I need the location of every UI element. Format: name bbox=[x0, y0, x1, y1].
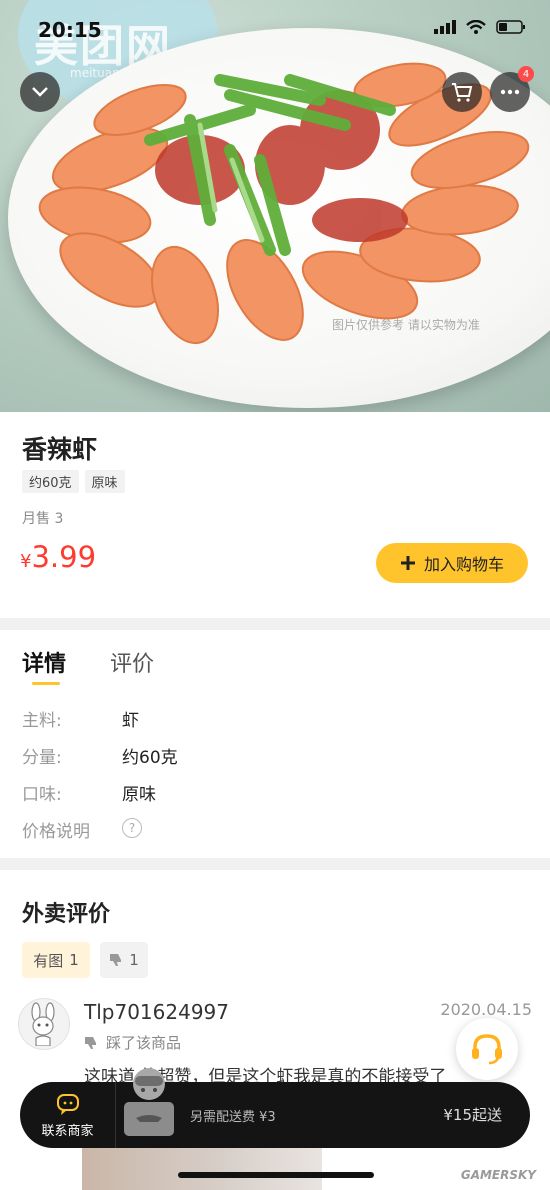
tag-flavor: 原味 bbox=[84, 470, 125, 493]
detail-label-price-note: 价格说明 bbox=[22, 822, 90, 842]
review-photo[interactable] bbox=[82, 1148, 322, 1190]
notification-badge: 4 bbox=[518, 66, 534, 82]
add-to-cart-button[interactable]: 加入购物车 bbox=[376, 543, 528, 583]
review-verdict: 踩了该商品 bbox=[84, 1032, 181, 1053]
detail-tabs: 详情 评价 bbox=[22, 646, 154, 678]
product-title: 香辣虾 bbox=[22, 435, 98, 464]
product-image[interactable]: 美团网 meituan.com 图片仅供参考 请以实物为准 bbox=[0, 0, 550, 412]
detail-value-flavor: 原味 bbox=[122, 785, 156, 805]
thumbs-down-icon bbox=[110, 954, 122, 966]
details-section: 详情 评价 主料: 虾 分量: 约60克 口味: 原味 价格说明 ? bbox=[0, 630, 550, 856]
status-time: 20:15 bbox=[38, 18, 102, 42]
signal-icon bbox=[434, 20, 456, 34]
currency-symbol: ¥ bbox=[20, 551, 32, 572]
help-icon[interactable]: ? bbox=[122, 818, 142, 838]
tag-weight: 约60克 bbox=[22, 470, 79, 493]
filter-thumbs-down[interactable]: 1 bbox=[100, 942, 148, 978]
filter-label: 有图 bbox=[33, 951, 64, 970]
detail-label-portion: 分量: bbox=[22, 748, 62, 768]
detail-label-flavor: 口味: bbox=[22, 785, 62, 805]
detail-value-portion: 约60克 bbox=[122, 748, 178, 768]
filter-count: 1 bbox=[69, 951, 79, 969]
product-info: 香辣虾 约60克 原味 月售 3 ¥3.99 加入购物车 bbox=[0, 412, 550, 618]
chevron-down-icon bbox=[32, 87, 48, 97]
status-bar: 20:15 bbox=[0, 0, 550, 60]
delivery-fee: 另需配送费 ¥3 bbox=[190, 1110, 276, 1125]
wifi-icon bbox=[466, 20, 486, 34]
monthly-sales: 月售 3 bbox=[22, 511, 64, 527]
more-button[interactable]: 4 bbox=[490, 66, 534, 112]
price-value: 3.99 bbox=[31, 540, 97, 574]
filter-with-photos[interactable]: 有图 1 bbox=[22, 942, 90, 978]
reviewer-name: Tlp701624997 bbox=[84, 1000, 229, 1024]
review-date: 2020.04.15 bbox=[440, 1000, 532, 1019]
kangaroo-avatar-icon bbox=[31, 1002, 55, 1046]
avatar[interactable] bbox=[18, 998, 70, 1050]
reviews-title: 外卖评价 bbox=[22, 902, 111, 927]
product-price: ¥3.99 bbox=[20, 540, 96, 574]
courier-mascot-icon bbox=[124, 1068, 174, 1136]
battery-icon bbox=[496, 20, 525, 34]
chat-bubble-icon bbox=[56, 1093, 79, 1115]
minimum-order: ¥15起送 bbox=[443, 1106, 502, 1124]
site-watermark: GAMERSKY bbox=[460, 1168, 536, 1182]
thumbs-down-icon bbox=[85, 1036, 96, 1049]
tab-reviews[interactable]: 评价 bbox=[110, 646, 154, 678]
add-to-cart-label: 加入购物车 bbox=[423, 555, 504, 574]
verdict-text: 踩了该商品 bbox=[106, 1034, 182, 1052]
more-icon bbox=[500, 89, 520, 95]
detail-label-ingredient: 主料: bbox=[22, 711, 62, 731]
shrimp-dish-illustration bbox=[38, 62, 530, 345]
section-divider bbox=[0, 858, 550, 870]
active-tab-indicator bbox=[32, 682, 60, 685]
contact-merchant-button[interactable]: 联系商家 bbox=[20, 1082, 116, 1148]
plus-icon bbox=[400, 556, 415, 570]
detail-value-ingredient: 虾 bbox=[122, 711, 139, 731]
back-button[interactable] bbox=[20, 72, 60, 112]
filter-count: 1 bbox=[129, 951, 139, 969]
customer-service-button[interactable] bbox=[456, 1018, 518, 1080]
cart-icon bbox=[452, 83, 473, 102]
home-indicator[interactable] bbox=[178, 1172, 374, 1178]
contact-label: 联系商家 bbox=[41, 1123, 94, 1139]
bottom-bar: 联系商家 另需配送费 ¥3 ¥15起送 bbox=[20, 1082, 530, 1148]
product-tags: 约60克 原味 bbox=[22, 470, 125, 493]
status-icons bbox=[434, 20, 526, 34]
headset-icon bbox=[472, 1034, 502, 1065]
cart-button[interactable] bbox=[442, 72, 482, 112]
section-divider bbox=[0, 618, 550, 630]
tab-details[interactable]: 详情 bbox=[22, 646, 66, 678]
image-disclaimer: 图片仅供参考 请以实物为准 bbox=[332, 318, 480, 332]
